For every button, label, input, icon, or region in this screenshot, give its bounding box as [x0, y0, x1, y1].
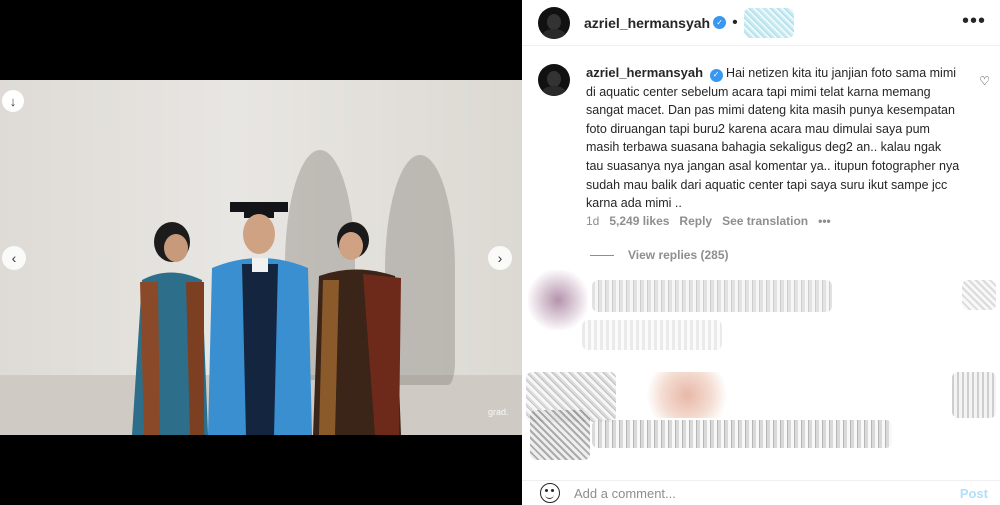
- blurred-follow-area: [743, 7, 794, 38]
- person-center: [208, 202, 312, 435]
- view-replies-button[interactable]: View replies (285): [590, 248, 729, 262]
- comment-options-icon[interactable]: •••: [818, 214, 831, 228]
- post-header: azriel_hermansyah ✓ • •••: [522, 0, 1000, 46]
- replies-divider: [590, 254, 614, 256]
- view-replies-label: View replies (285): [628, 248, 729, 262]
- prev-arrow-icon[interactable]: ‹: [2, 246, 26, 270]
- download-icon[interactable]: ↓: [2, 90, 24, 112]
- redacted-avatar: [642, 372, 732, 418]
- comments-panel: azriel_hermansyah ✓ • ••• azriel_hermans…: [522, 0, 1000, 505]
- redacted-comment: [952, 372, 996, 418]
- caption-username[interactable]: azriel_hermansyah: [586, 65, 703, 80]
- add-comment-input[interactable]: [574, 485, 924, 501]
- emoji-icon[interactable]: [540, 483, 560, 503]
- photo-watermark: grad.: [488, 407, 509, 417]
- redacted-comment: [592, 420, 892, 448]
- reply-button[interactable]: Reply: [679, 214, 712, 228]
- redacted-avatar: [528, 270, 588, 330]
- comment-likes[interactable]: 5,249 likes: [609, 214, 669, 228]
- more-options-icon[interactable]: •••: [962, 10, 986, 33]
- heart-icon[interactable]: ♡: [979, 74, 990, 88]
- redacted-comment: [962, 280, 996, 310]
- caption-text-block: azriel_hermansyah ✓ Hai netizen kita itu…: [586, 64, 961, 213]
- media-panel: grad. ↓ ‹ ›: [0, 0, 522, 505]
- add-comment-bar: Post: [522, 480, 1000, 505]
- comment-meta: 1d 5,249 likes Reply See translation •••: [586, 214, 831, 228]
- verified-badge-icon: ✓: [709, 68, 723, 82]
- verified-badge-icon: ✓: [713, 16, 727, 29]
- avatar[interactable]: [538, 64, 570, 96]
- caption-text: Hai netizen kita itu janjian foto sama m…: [586, 66, 960, 211]
- comment-time: 1d: [586, 214, 600, 228]
- redacted-avatar: [530, 410, 590, 460]
- person-right: [313, 222, 401, 435]
- next-arrow-icon[interactable]: ›: [488, 246, 512, 270]
- post-photo[interactable]: [0, 80, 522, 435]
- avatar[interactable]: [538, 6, 570, 39]
- see-translation-button[interactable]: See translation: [722, 214, 808, 228]
- post-button[interactable]: Post: [960, 486, 988, 501]
- redacted-comment: [592, 280, 832, 312]
- caption-comment: azriel_hermansyah ✓ Hai netizen kita itu…: [538, 64, 988, 213]
- dot-separator: •: [732, 13, 738, 31]
- redacted-comment: [582, 320, 722, 350]
- header-username[interactable]: azriel_hermansyah: [584, 15, 710, 31]
